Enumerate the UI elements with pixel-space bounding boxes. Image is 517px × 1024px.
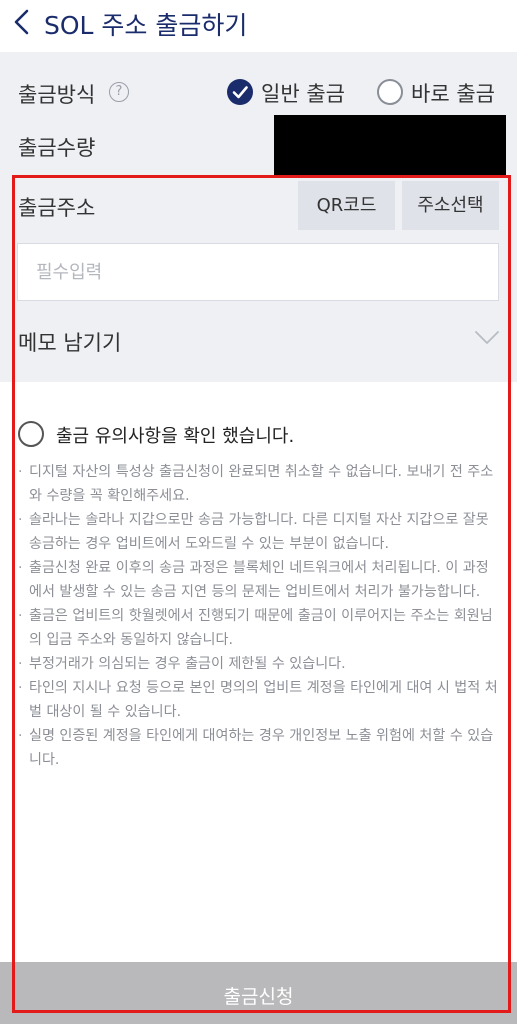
agreement-label: 출금 유의사항을 확인 했습니다.: [56, 426, 295, 447]
back-icon[interactable]: [12, 8, 34, 36]
radio-empty-icon: [377, 79, 403, 105]
check-circle-icon: [227, 79, 253, 105]
notice-item: 부정거래가 의심되는 경우 출금이 제한될 수 있습니다.: [18, 652, 500, 676]
memo-label: 메모 남기기: [18, 331, 122, 355]
submit-withdrawal-button[interactable]: 출금신청: [0, 962, 517, 1024]
redacted-amount-field: [274, 115, 506, 177]
notice-item: 디지털 자산의 특성상 출금신청이 완료되면 취소할 수 없습니다. 보내기 전…: [18, 460, 500, 508]
page-title: SOL 주소 출금하기: [44, 11, 248, 40]
notice-list: 디지털 자산의 특성상 출금신청이 완료되면 취소할 수 없습니다. 보내기 전…: [18, 460, 500, 772]
radio-normal-withdrawal-label: 일반 출금: [261, 82, 345, 106]
radio-normal-withdrawal[interactable]: 일반 출금: [227, 78, 351, 108]
address-select-button[interactable]: 주소선택: [402, 181, 499, 230]
help-icon[interactable]: ?: [109, 82, 129, 102]
notice-item: 실명 인증된 계정을 타인에게 대여하는 경우 개인정보 노출 위험에 처할 수…: [18, 724, 500, 772]
radio-instant-withdrawal-label: 바로 출금: [411, 82, 495, 106]
notice-item: 타인의 지시나 요청 등으로 본인 명의의 업비트 계정을 타인에게 대여 시 …: [18, 676, 500, 724]
notice-item: 출금신청 완료 이후의 송금 과정은 블록체인 네트워크에서 처리됩니다. 이 …: [18, 556, 500, 604]
withdrawal-method-label: 출금방식: [18, 83, 96, 107]
notice-item: 솔라나는 솔라나 지갑으로만 송금 가능합니다. 다른 디지털 자산 지갑으로 …: [18, 508, 500, 556]
agreement-checkbox[interactable]: [18, 421, 44, 447]
withdrawal-address-label: 출금주소: [18, 196, 96, 220]
radio-instant-withdrawal[interactable]: 바로 출금: [377, 78, 501, 108]
withdrawal-address-input[interactable]: [17, 243, 499, 301]
notice-item: 출금은 업비트의 핫월렛에서 진행되기 때문에 출금이 이루어지는 주소는 회원…: [18, 604, 500, 652]
app-header: SOL 주소 출금하기: [0, 0, 517, 48]
qr-code-button[interactable]: QR코드: [298, 181, 395, 230]
chevron-down-icon[interactable]: [474, 330, 500, 346]
withdrawal-amount-label: 출금수량: [18, 136, 96, 160]
